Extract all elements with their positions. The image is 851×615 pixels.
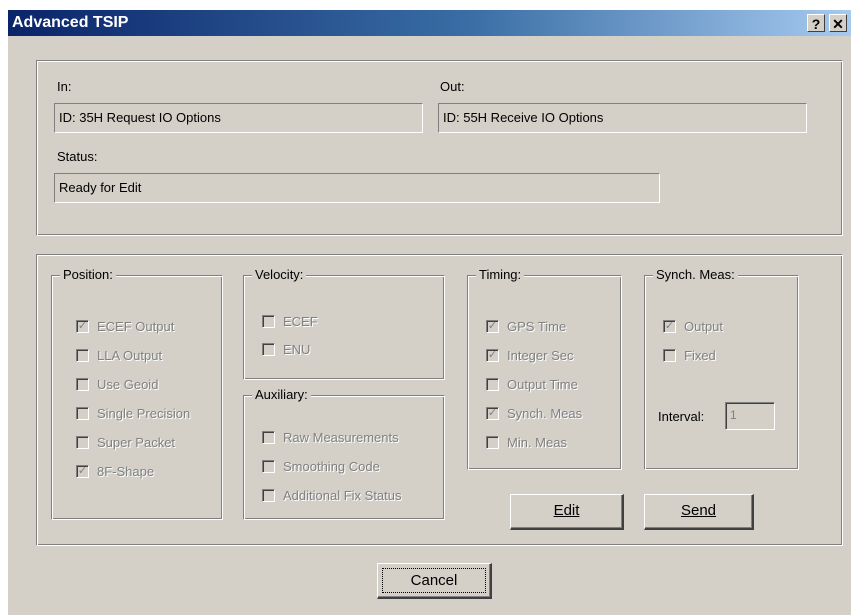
checkbox-box[interactable] [262, 431, 275, 445]
checkbox-box[interactable] [262, 489, 275, 503]
checkbox-label: ENU [283, 342, 311, 358]
checkbox-label: Output Time [507, 377, 578, 393]
use-geoid-checkbox[interactable]: Use Geoid [76, 376, 158, 396]
checkbox-box[interactable] [486, 378, 499, 392]
raw-measurements-checkbox[interactable]: Raw Measurements [262, 429, 399, 449]
checkbox-box[interactable]: ✓ [486, 349, 499, 363]
synch-output-checkbox[interactable]: ✓ Output [663, 318, 723, 338]
timing-group-label: Timing: [476, 267, 525, 282]
checkbox-box[interactable] [76, 378, 89, 392]
io-panel: In: ID: 35H Request IO Options Out: ID: … [36, 60, 843, 236]
checkbox-box[interactable] [262, 460, 275, 474]
smoothing-code-checkbox[interactable]: Smoothing Code [262, 458, 380, 478]
synch-meas-group: Synch. Meas: ✓ Output Fixed Interval: 1 [644, 267, 799, 470]
in-label: In: [57, 79, 72, 94]
checkbox-box[interactable]: ✓ [663, 320, 676, 334]
checkbox-box[interactable] [262, 315, 275, 329]
synch-fixed-checkbox[interactable]: Fixed [663, 347, 716, 367]
gps-time-checkbox[interactable]: ✓ GPS Time [486, 318, 566, 338]
cancel-button[interactable]: Cancel [377, 563, 492, 599]
8f-shape-checkbox[interactable]: ✓ 8F-Shape [76, 463, 154, 483]
checkbox-label: GPS Time [507, 319, 567, 335]
checkbox-box[interactable] [486, 436, 499, 450]
checkbox-label: ECEF Output [97, 319, 175, 335]
checkbox-label: Additional Fix Status [283, 488, 402, 504]
checkbox-box[interactable]: ✓ [486, 407, 499, 421]
interval-input[interactable]: 1 [725, 402, 775, 430]
position-group-label: Position: [60, 267, 116, 282]
velocity-enu-checkbox[interactable]: ENU [262, 341, 310, 361]
checkbox-label: 8F-Shape [97, 464, 155, 480]
checkbox-box[interactable] [76, 407, 89, 421]
edit-button[interactable]: Edit [510, 494, 624, 530]
advanced-tsip-dialog: Advanced TSIP ? ✕ In: ID: 35H Request IO… [8, 10, 851, 615]
checkbox-box[interactable] [76, 436, 89, 450]
min-meas-checkbox[interactable]: Min. Meas [486, 434, 567, 454]
in-field: ID: 35H Request IO Options [54, 103, 423, 133]
auxiliary-group-label: Auxiliary: [252, 387, 311, 402]
synch-meas-checkbox[interactable]: ✓ Synch. Meas [486, 405, 582, 425]
checkbox-label: Super Packet [97, 435, 176, 451]
checkbox-label: Synch. Meas [507, 406, 583, 422]
checkbox-label: Use Geoid [97, 377, 159, 393]
checkbox-label: Raw Measurements [283, 430, 399, 446]
window-title: Advanced TSIP [12, 14, 129, 31]
checkbox-label: Fixed [684, 348, 716, 364]
additional-fix-status-checkbox[interactable]: Additional Fix Status [262, 487, 402, 507]
checkbox-box[interactable]: ✓ [76, 465, 89, 479]
status-label: Status: [57, 149, 98, 164]
checkbox-box[interactable]: ✓ [486, 320, 499, 334]
checkbox-label: LLA Output [97, 348, 163, 364]
single-precision-checkbox[interactable]: Single Precision [76, 405, 190, 425]
synch-meas-group-label: Synch. Meas: [653, 267, 738, 282]
timing-group: Timing: ✓ GPS Time ✓ Integer Sec Output Ti… [467, 267, 622, 470]
interval-label: Interval: [658, 409, 705, 424]
title-bar[interactable]: Advanced TSIP ? ✕ [8, 10, 851, 36]
status-field: Ready for Edit [54, 173, 660, 203]
close-button[interactable]: ✕ [829, 14, 847, 32]
send-button[interactable]: Send [644, 494, 754, 530]
auxiliary-group: Auxiliary: Raw Measurements Smoothing Co… [243, 387, 445, 520]
out-field: ID: 55H Receive IO Options [438, 103, 807, 133]
lla-output-checkbox[interactable]: LLA Output [76, 347, 162, 367]
checkbox-label: Smoothing Code [283, 459, 380, 475]
checkbox-box[interactable] [76, 349, 89, 363]
super-packet-checkbox[interactable]: Super Packet [76, 434, 175, 454]
velocity-ecef-checkbox[interactable]: ECEF [262, 313, 318, 333]
checkbox-label: ECEF [283, 314, 318, 330]
ecef-output-checkbox[interactable]: ✓ ECEF Output [76, 318, 174, 338]
help-button[interactable]: ? [807, 14, 825, 32]
checkbox-box[interactable]: ✓ [76, 320, 89, 334]
integer-sec-checkbox[interactable]: ✓ Integer Sec [486, 347, 574, 367]
checkbox-label: Single Precision [97, 406, 191, 422]
checkbox-label: Integer Sec [507, 348, 574, 364]
output-time-checkbox[interactable]: Output Time [486, 376, 578, 396]
checkbox-label: Output [684, 319, 724, 335]
position-group: Position: ✓ ECEF Output LLA Output Use Ge… [51, 267, 223, 520]
checkbox-box[interactable] [262, 343, 275, 357]
velocity-group: Velocity: ECEF ENU [243, 267, 445, 380]
checkbox-box[interactable] [663, 349, 676, 363]
velocity-group-label: Velocity: [252, 267, 307, 282]
out-label: Out: [440, 79, 465, 94]
checkbox-label: Min. Meas [507, 435, 567, 451]
